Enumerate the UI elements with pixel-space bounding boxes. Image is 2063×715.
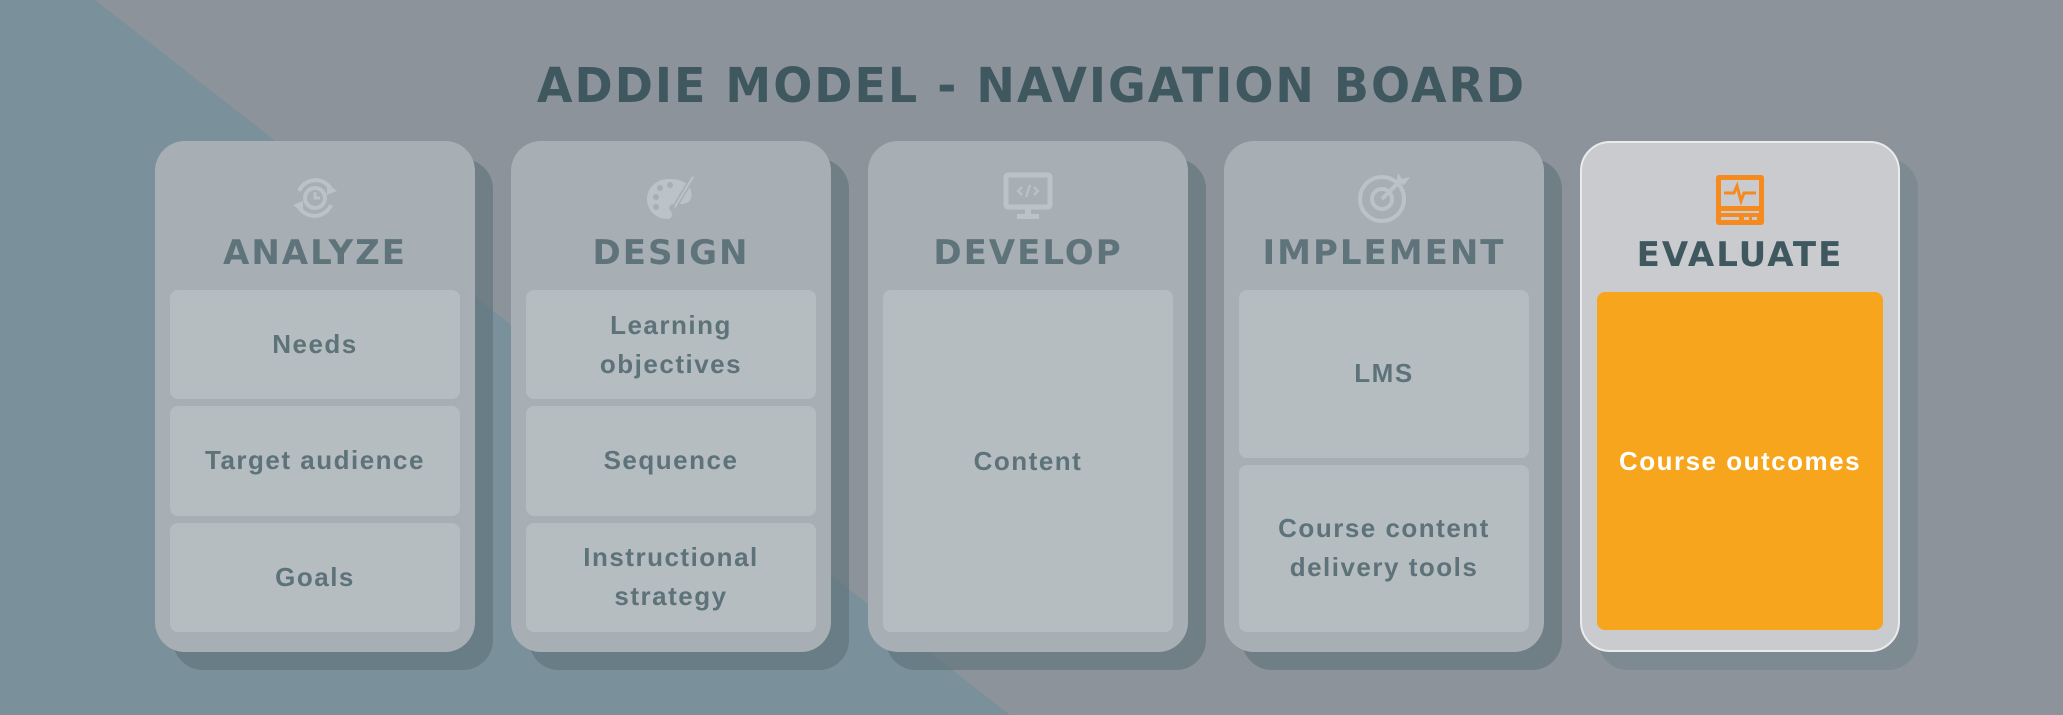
phase-card-evaluate[interactable]: EVALUATE Course outcomes — [1580, 141, 1900, 652]
item-instructional-strategy[interactable]: Instructional strategy — [526, 522, 816, 632]
page-title: ADDIE MODEL - NAVIGATION BOARD — [536, 56, 1527, 114]
palette-icon — [511, 171, 831, 225]
target-icon — [1224, 171, 1544, 225]
item-sequence[interactable]: Sequence — [526, 406, 816, 516]
phase-title: DEVELOP — [933, 233, 1123, 273]
phase-title: IMPLEMENT — [1262, 233, 1506, 273]
heartbeat-monitor-icon — [1582, 173, 1898, 227]
item-needs[interactable]: Needs — [170, 290, 460, 400]
item-course-content-delivery-tools[interactable]: Course content delivery tools — [1239, 464, 1529, 632]
item-course-outcomes[interactable]: Course outcomes — [1597, 292, 1883, 630]
item-goals[interactable]: Goals — [170, 522, 460, 632]
code-monitor-icon — [868, 171, 1188, 225]
item-lms[interactable]: LMS — [1239, 290, 1529, 458]
phase-title: EVALUATE — [1636, 235, 1844, 275]
phase-title: ANALYZE — [223, 233, 407, 273]
phase-card-design[interactable]: DESIGN Learning objectives Sequence Inst… — [511, 141, 831, 652]
item-content[interactable]: Content — [883, 290, 1173, 632]
cycle-clock-icon — [155, 171, 475, 225]
phase-card-analyze[interactable]: ANALYZE Needs Target audience Goals — [155, 141, 475, 652]
phase-card-implement[interactable]: IMPLEMENT LMS Course content delivery to… — [1224, 141, 1544, 652]
phase-title: DESIGN — [592, 233, 750, 273]
phase-card-develop[interactable]: DEVELOP Content — [868, 141, 1188, 652]
item-learning-objectives[interactable]: Learning objectives — [526, 290, 816, 400]
item-target-audience[interactable]: Target audience — [170, 406, 460, 516]
